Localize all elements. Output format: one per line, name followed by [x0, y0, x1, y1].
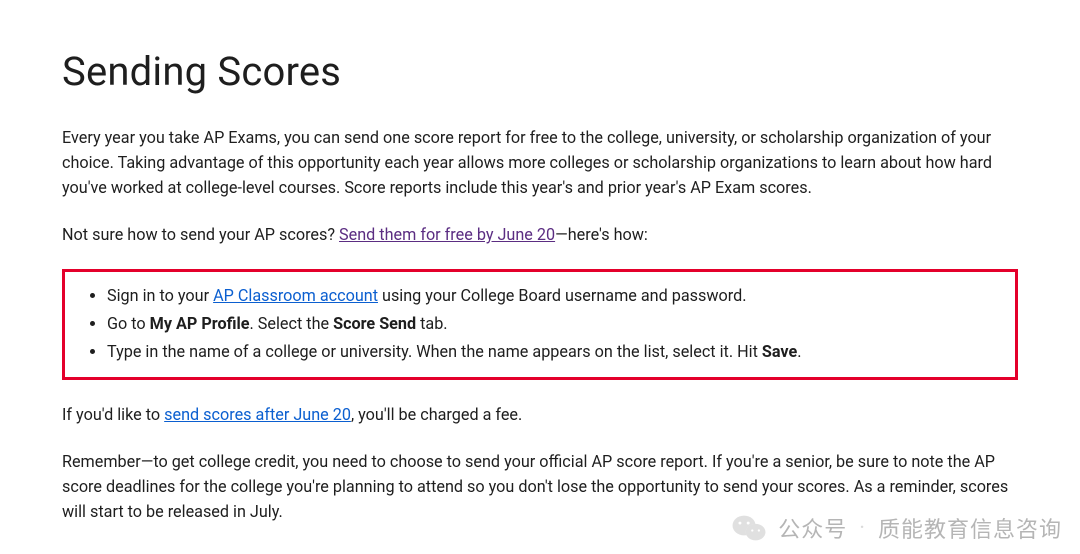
after-deadline-paragraph: If you'd like to send scores after June …	[62, 402, 1018, 427]
highlighted-steps-box: Sign in to your AP Classroom account usi…	[62, 269, 1018, 380]
intro-paragraph: Every year you take AP Exams, you can se…	[62, 125, 1018, 200]
list-item: Type in the name of a college or univers…	[107, 338, 1001, 366]
step3-bold-save: Save	[762, 342, 797, 361]
page-title: Sending Scores	[62, 48, 1018, 95]
ap-classroom-link[interactable]: AP Classroom account	[213, 286, 378, 305]
not-sure-prefix: Not sure how to send your AP scores?	[62, 225, 339, 244]
step2-bold-profile: My AP Profile	[150, 314, 250, 333]
step2-prefix: Go to	[107, 314, 150, 333]
reminder-paragraph: Remember—to get college credit, you need…	[62, 449, 1018, 524]
send-free-link[interactable]: Send them for free by June 20	[339, 225, 555, 244]
list-item: Go to My AP Profile. Select the Score Se…	[107, 310, 1001, 338]
not-sure-suffix: —here's how:	[555, 225, 648, 244]
after-prefix: If you'd like to	[62, 405, 164, 424]
after-june20-link[interactable]: send scores after June 20	[164, 405, 351, 424]
step2-bold-scoresend: Score Send	[333, 314, 416, 333]
step2-suffix: tab.	[416, 314, 447, 333]
step1-suffix: using your College Board username and pa…	[378, 286, 747, 305]
step1-prefix: Sign in to your	[107, 286, 213, 305]
step3-prefix: Type in the name of a college or univers…	[107, 342, 762, 361]
step2-mid: . Select the	[250, 314, 334, 333]
after-suffix: , you'll be charged a fee.	[351, 405, 522, 424]
step3-suffix: .	[797, 342, 801, 361]
list-item: Sign in to your AP Classroom account usi…	[107, 282, 1001, 310]
article-container: Sending Scores Every year you take AP Ex…	[0, 0, 1080, 524]
not-sure-paragraph: Not sure how to send your AP scores? Sen…	[62, 222, 1018, 247]
steps-list: Sign in to your AP Classroom account usi…	[79, 282, 1001, 365]
